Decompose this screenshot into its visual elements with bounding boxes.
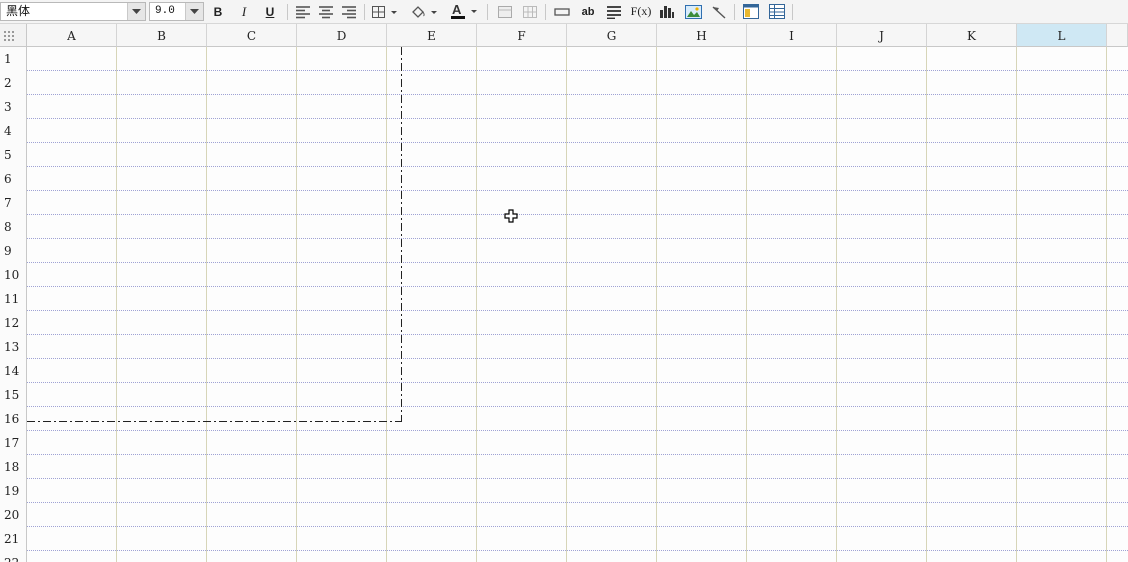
toolbar-separator — [792, 4, 793, 20]
font-size-value: 9.0 — [155, 5, 175, 17]
sheet-settings-icon — [769, 4, 785, 19]
text-field-button[interactable] — [552, 2, 572, 21]
font-family-select[interactable]: 黑体 — [0, 2, 146, 21]
grid-row-line — [27, 502, 1128, 503]
grid-column-line — [656, 47, 657, 562]
paragraph-button[interactable] — [604, 2, 624, 21]
align-right-icon — [342, 5, 356, 18]
formula-button[interactable]: F(x) — [630, 2, 652, 21]
grid-row-line — [27, 454, 1128, 455]
bold-button[interactable]: B — [208, 2, 228, 21]
row-header-18[interactable]: 18 — [0, 455, 27, 479]
grid-row-line — [27, 430, 1128, 431]
toolbar-separator — [545, 4, 546, 20]
column-header-f[interactable]: F — [477, 24, 567, 47]
chart-button[interactable] — [657, 2, 677, 21]
grid-column-line — [566, 47, 567, 562]
toolbar: 黑体 9.0 B I U A ab F(x) — [0, 0, 1128, 24]
column-header-k[interactable]: K — [927, 24, 1017, 47]
bar-chart-icon — [660, 6, 674, 18]
align-right-button[interactable] — [339, 2, 359, 21]
align-center-button[interactable] — [316, 2, 336, 21]
crosshair-cursor-icon — [504, 209, 518, 228]
font-size-select[interactable]: 9.0 — [149, 2, 204, 21]
draw-line-button[interactable] — [709, 2, 729, 21]
grid-column-line — [1016, 47, 1017, 562]
row-header-22[interactable]: 22 — [0, 551, 27, 562]
italic-button[interactable]: I — [234, 2, 254, 21]
chevron-down-icon[interactable] — [127, 3, 145, 20]
text-field-icon — [554, 7, 570, 16]
row-header-19[interactable]: 19 — [0, 479, 27, 503]
column-header-h[interactable]: H — [657, 24, 747, 47]
column-header-i[interactable]: I — [747, 24, 837, 47]
split-cells-icon — [523, 5, 537, 18]
borders-button[interactable] — [370, 2, 400, 21]
grid-column-line — [926, 47, 927, 562]
paint-bucket-icon — [412, 5, 437, 18]
underline-button[interactable]: U — [260, 2, 280, 21]
row-header-21[interactable]: 21 — [0, 527, 27, 551]
spreadsheet-grid[interactable]: ABCDEFGHIJKL 1 2 3 4 5 6 7 8 9 10 11 12 13 14 15 16 17 18… — [0, 24, 1128, 562]
chevron-down-icon[interactable] — [185, 3, 203, 20]
merge-cells-icon — [498, 5, 512, 18]
freeze-panes-button[interactable] — [741, 2, 761, 21]
grid-row-line — [27, 478, 1128, 479]
toolbar-separator — [734, 4, 735, 20]
paragraph-icon — [607, 5, 621, 19]
font-color-button[interactable]: A — [448, 2, 480, 21]
split-cells-button[interactable] — [520, 2, 540, 21]
align-left-button[interactable] — [293, 2, 313, 21]
merge-cells-button[interactable] — [495, 2, 515, 21]
grid-column-line — [1106, 47, 1107, 562]
column-header-l[interactable]: L — [1017, 24, 1107, 47]
column-header-j[interactable]: J — [837, 24, 927, 47]
text-wrap-button[interactable]: ab — [578, 2, 598, 21]
image-icon — [684, 4, 702, 19]
svg-text:A: A — [452, 3, 462, 17]
grid-column-line — [746, 47, 747, 562]
fill-color-button[interactable] — [408, 2, 440, 21]
font-color-icon: A — [451, 3, 477, 19]
grid-row-line — [27, 526, 1128, 527]
font-family-value: 黑体 — [6, 4, 31, 18]
toolbar-separator — [287, 4, 288, 20]
column-header-g[interactable]: G — [567, 24, 657, 47]
row-header-17[interactable]: 17 — [0, 431, 27, 455]
grid-row-line — [27, 550, 1128, 551]
row-header-20[interactable]: 20 — [0, 503, 27, 527]
freeze-panes-icon — [743, 4, 759, 19]
toolbar-separator — [364, 4, 365, 20]
align-center-icon — [319, 5, 333, 18]
sheet-settings-button[interactable] — [767, 2, 787, 21]
toolbar-separator — [487, 4, 488, 20]
borders-icon — [372, 5, 397, 18]
line-tool-icon — [712, 5, 726, 19]
page-break-indicator — [27, 47, 402, 422]
column-header-filler — [1107, 24, 1128, 47]
insert-image-button[interactable] — [683, 2, 703, 21]
align-left-icon — [296, 5, 310, 18]
grid-column-line — [476, 47, 477, 562]
grid-column-line — [836, 47, 837, 562]
